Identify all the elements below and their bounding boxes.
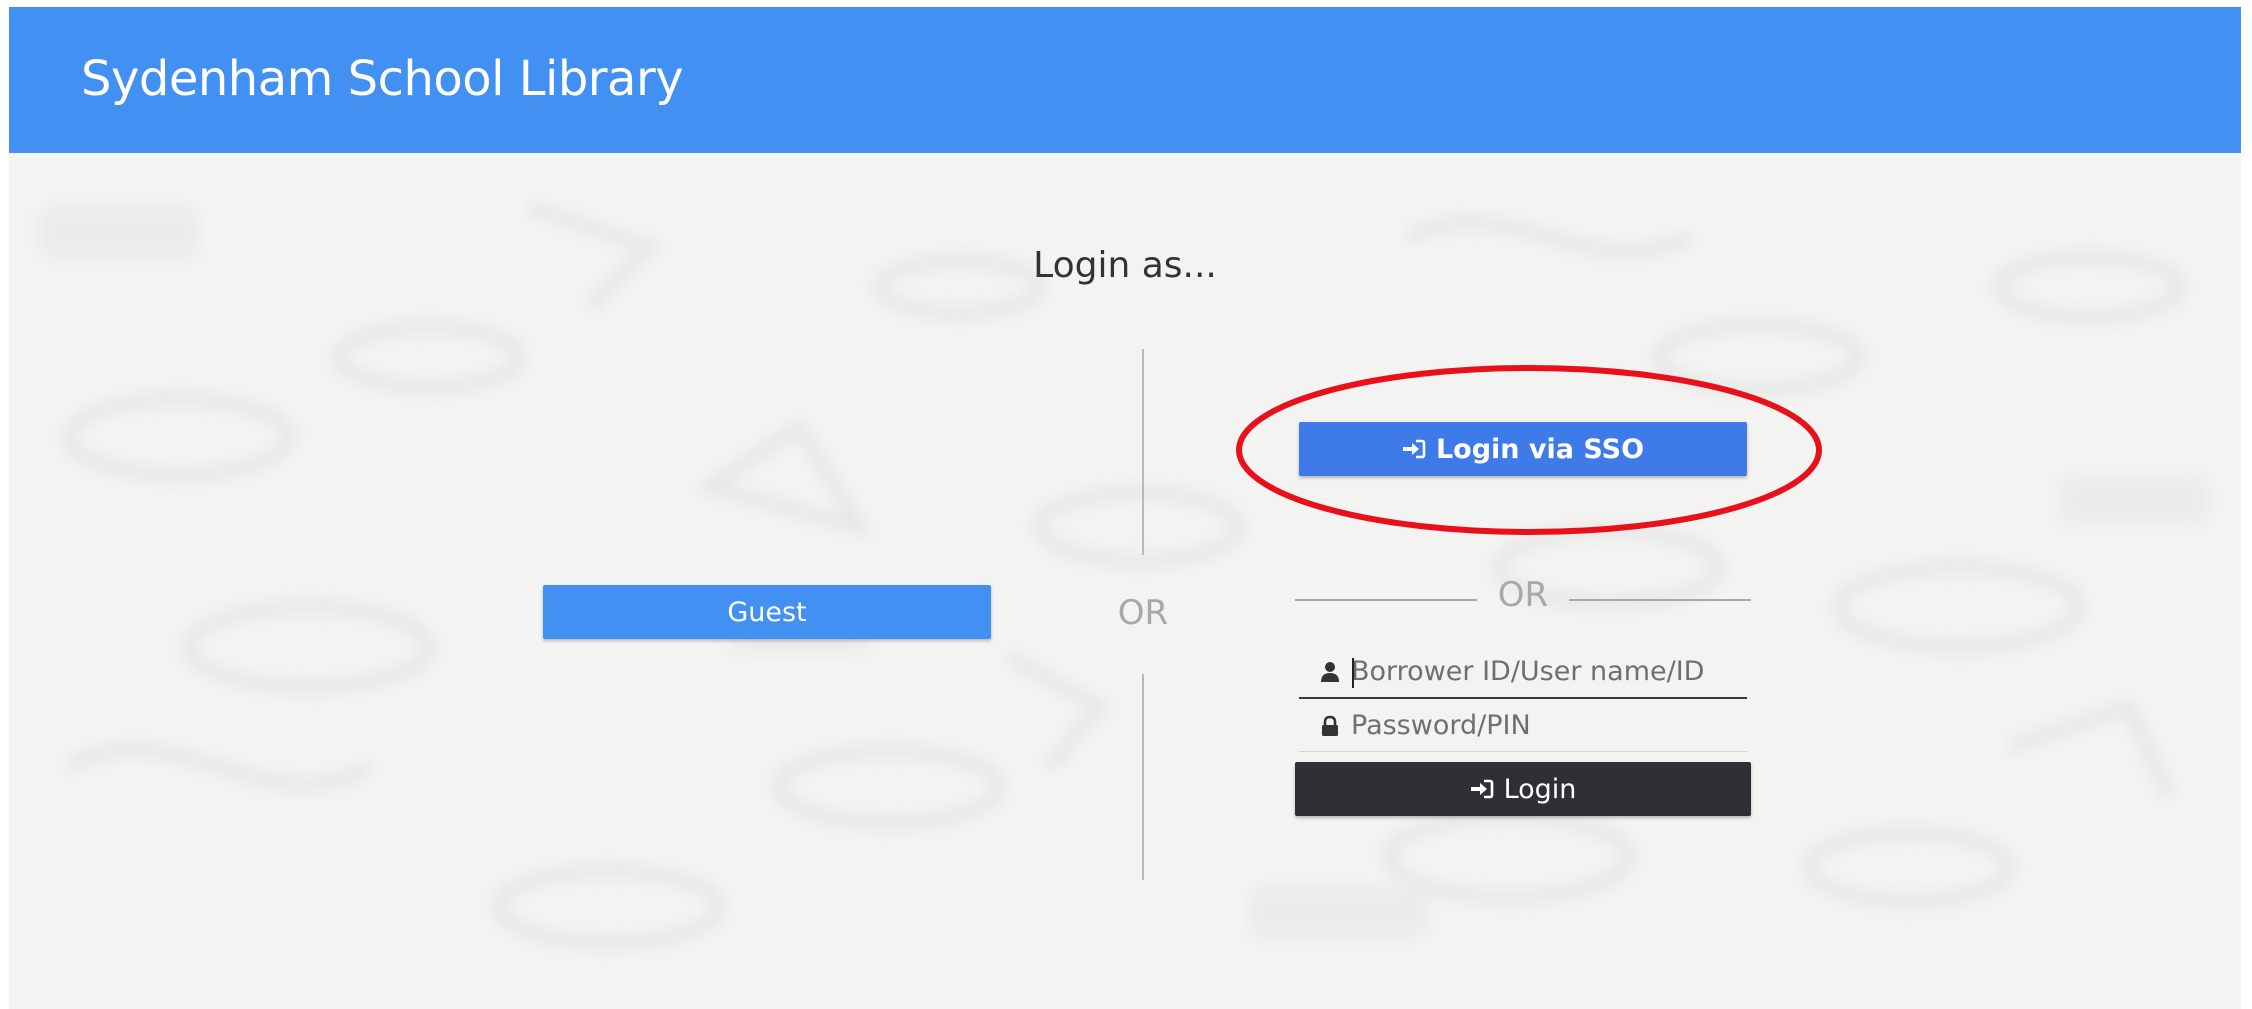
login-as-heading: Login as... [1033,245,1217,286]
or-line-right [1569,599,1751,601]
password-field[interactable] [1299,701,1747,752]
sign-in-icon [1470,779,1494,799]
username-field[interactable] [1299,647,1747,699]
sign-in-icon [1402,439,1426,459]
guest-button-label: Guest [727,596,807,628]
login-button-label: Login [1503,773,1577,805]
login-button[interactable]: Login [1295,762,1751,816]
or-divider-right: OR [1295,575,1751,621]
or-line-left [1295,599,1477,601]
background-texture [9,7,2241,1009]
login-page: Sydenham School Library Login as... OR G… [9,7,2241,1009]
top-header: Sydenham School Library [9,7,2241,153]
or-divider-center: OR [1117,593,1169,633]
sso-button-label: Login via SSO [1435,433,1645,465]
username-input[interactable] [1351,651,1731,691]
vertical-divider-bottom [1142,674,1144,880]
password-input[interactable] [1351,705,1731,745]
vertical-divider-top [1142,349,1144,555]
or-label: OR [1497,575,1549,615]
login-via-sso-button[interactable]: Login via SSO [1299,422,1747,476]
user-icon [1319,661,1341,683]
text-caret [1352,658,1354,688]
library-title: Sydenham School Library [81,51,684,107]
lock-icon [1319,715,1341,737]
guest-button[interactable]: Guest [543,585,991,639]
